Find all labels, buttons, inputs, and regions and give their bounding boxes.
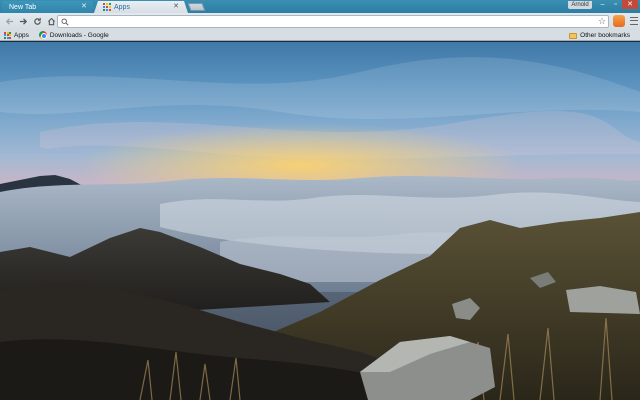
tab-apps[interactable]: Apps ✕ bbox=[94, 1, 188, 13]
omnibox-input[interactable] bbox=[69, 16, 596, 27]
star-icon[interactable]: ☆ bbox=[596, 16, 608, 27]
bookmark-apps[interactable]: Apps bbox=[0, 30, 33, 41]
bookmark-label: Other bookmarks bbox=[580, 32, 630, 39]
bookmark-label: Downloads - Google bbox=[49, 31, 109, 39]
tab-label: Apps bbox=[114, 3, 130, 11]
mountain-sunset-wallpaper bbox=[0, 57, 640, 400]
close-window-icon[interactable]: ✕ bbox=[622, 0, 638, 9]
arrow-right-icon bbox=[19, 18, 27, 25]
tab-label: New Tab bbox=[9, 3, 37, 11]
home-button[interactable] bbox=[44, 15, 58, 29]
folder-icon bbox=[569, 32, 578, 39]
maximize-icon[interactable]: ▫ bbox=[609, 0, 622, 9]
forward-button[interactable] bbox=[16, 15, 30, 29]
toolbar: ☆ bbox=[0, 13, 640, 30]
close-icon[interactable]: ✕ bbox=[81, 2, 87, 12]
tab-strip: New Tab ✕ Apps ✕ Arnold – ▫ ✕ bbox=[0, 0, 640, 13]
search-icon bbox=[61, 17, 69, 26]
apps-grid-icon bbox=[4, 31, 11, 39]
new-tab-page-background bbox=[0, 42, 640, 400]
arrow-left-icon bbox=[5, 18, 13, 25]
other-bookmarks[interactable]: Other bookmarks bbox=[565, 30, 634, 41]
bookmark-downloads[interactable]: Downloads - Google bbox=[35, 30, 113, 41]
close-icon[interactable]: ✕ bbox=[173, 2, 179, 12]
chrome-icon bbox=[38, 31, 47, 39]
menu-icon[interactable] bbox=[630, 16, 638, 26]
reload-icon bbox=[33, 17, 41, 25]
minimize-icon[interactable]: – bbox=[596, 0, 609, 9]
window-controls: – ▫ ✕ bbox=[596, 0, 638, 9]
extension-icon[interactable] bbox=[613, 15, 625, 27]
tab-new-tab[interactable]: New Tab ✕ bbox=[0, 1, 96, 13]
back-button[interactable] bbox=[2, 15, 16, 29]
home-icon bbox=[47, 17, 55, 26]
omnibox[interactable]: ☆ bbox=[57, 15, 609, 28]
reload-button[interactable] bbox=[30, 15, 44, 29]
profile-button[interactable]: Arnold bbox=[568, 1, 592, 9]
bookmarks-bar: Apps Downloads - Google Other bookmarks bbox=[0, 30, 640, 41]
apps-grid-icon bbox=[103, 3, 111, 11]
bookmark-label: Apps bbox=[14, 31, 29, 39]
new-tab-button[interactable] bbox=[187, 3, 206, 11]
